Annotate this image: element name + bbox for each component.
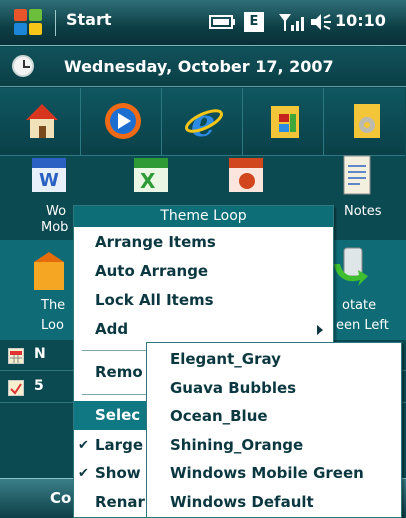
submenu-item-guava-bubbles[interactable]: Guava Bubbles	[147, 374, 401, 403]
menu-item-lock-all-items[interactable]: Lock All Items	[74, 286, 333, 315]
menu-item-add-label: Add	[95, 320, 129, 338]
menu-item-add[interactable]: Add	[74, 315, 333, 344]
media-player-icon	[105, 103, 141, 139]
rotate-label-line2: een Left	[336, 318, 389, 333]
submenu-item-ocean-blue[interactable]: Ocean_Blue	[147, 402, 401, 431]
left-softkey[interactable]: Co	[50, 489, 71, 507]
notes-label: Notes	[344, 204, 382, 219]
svg-text:e: e	[191, 100, 215, 142]
rotate-screen-icon	[334, 247, 368, 286]
menu-title: Theme Loop	[74, 206, 333, 227]
windows-logo-icon[interactable]	[14, 9, 44, 37]
theme-submenu: Elegant_Gray Guava Bubbles Ocean_Blue Sh…	[146, 342, 402, 518]
menu-item-auto-arrange[interactable]: Auto Arrange	[74, 257, 333, 286]
e-connection-icon[interactable]: E	[244, 12, 264, 32]
volume-icon[interactable]	[309, 12, 333, 32]
start-button[interactable]: Start	[66, 10, 112, 29]
tasks-label[interactable]: 5	[34, 378, 44, 394]
tasks-icon	[8, 380, 24, 396]
submenu-item-windows-default[interactable]: Windows Default	[147, 488, 401, 517]
title-bar: Start E 10:10	[0, 0, 406, 46]
powerpoint-icon	[229, 158, 263, 192]
internet-explorer-icon: e	[185, 100, 223, 142]
settings-folder-icon	[354, 104, 380, 138]
signal-icon[interactable]	[277, 12, 305, 32]
excel-icon: X	[134, 158, 168, 193]
word-icon: W	[32, 158, 66, 192]
tile-powerpoint[interactable]	[205, 146, 286, 208]
submenu-item-shining-orange[interactable]: Shining_Orange	[147, 431, 401, 460]
word-label-line2: Mob	[41, 220, 69, 235]
clock-icon	[12, 55, 34, 77]
calendar-label[interactable]: N	[34, 346, 46, 362]
office-folder-icon	[271, 106, 299, 138]
rotate-label-line1: otate	[342, 298, 377, 313]
submenu-arrow-icon	[317, 325, 323, 335]
svg-text:W: W	[39, 170, 59, 191]
menu-item-arrange-items[interactable]: Arrange Items	[74, 228, 333, 257]
word-label-line1: Wo	[46, 204, 67, 219]
theme-loop-label-line1: The	[41, 298, 66, 313]
home-icon	[26, 104, 58, 138]
theme-loop-icon	[34, 252, 64, 290]
notes-icon	[343, 155, 371, 195]
svg-text:X: X	[140, 169, 156, 193]
submenu-item-windows-mobile-green[interactable]: Windows Mobile Green	[147, 459, 401, 488]
date-text: Wednesday, October 17, 2007	[64, 57, 334, 76]
date-bar[interactable]: Wednesday, October 17, 2007	[0, 47, 406, 87]
submenu-item-elegant-gray[interactable]: Elegant_Gray	[147, 345, 401, 374]
theme-loop-label-line2: Loo	[41, 318, 64, 333]
title-separator	[55, 10, 56, 36]
calendar-icon	[8, 348, 24, 364]
battery-icon[interactable]	[208, 12, 238, 32]
clock[interactable]: 10:10	[335, 11, 386, 30]
tile-excel[interactable]: X	[110, 146, 191, 208]
